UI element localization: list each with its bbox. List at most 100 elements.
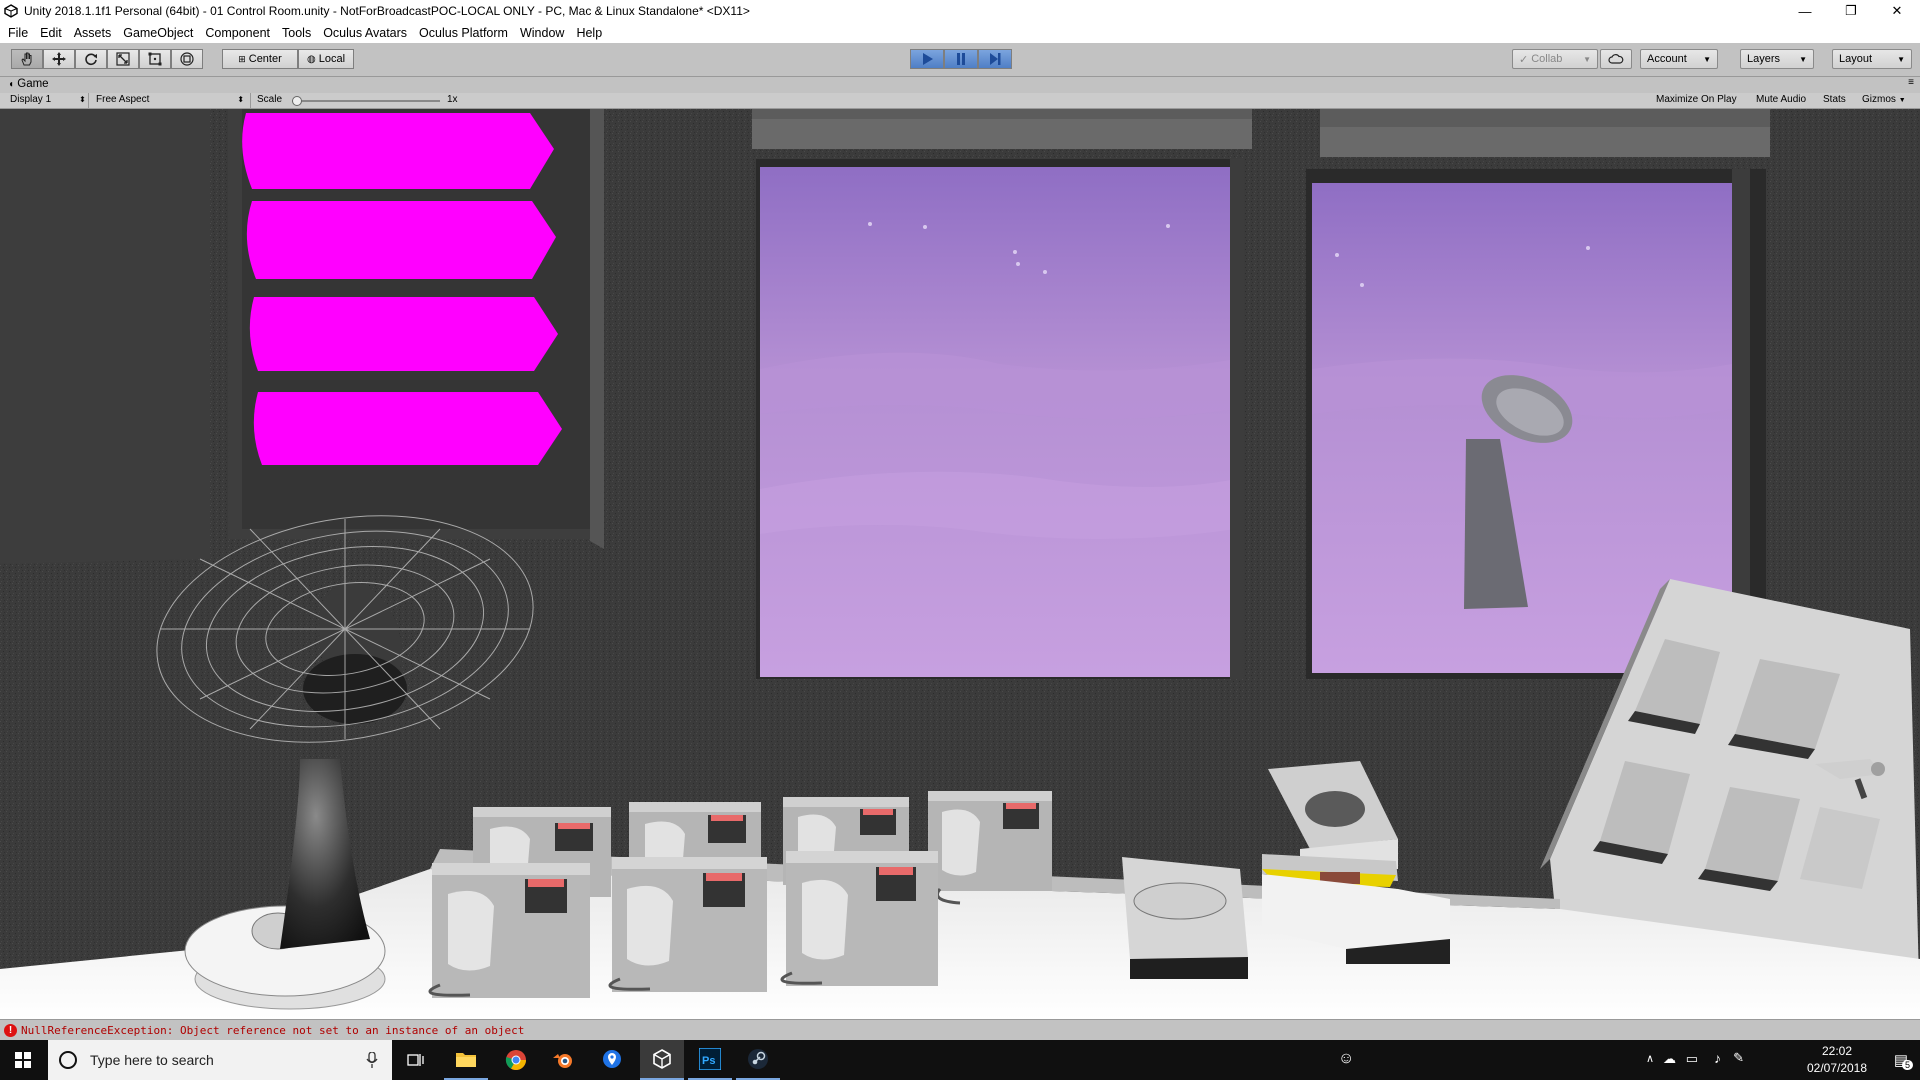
account-dropdown[interactable]: Account ▼ — [1640, 49, 1718, 69]
layout-label: Layout — [1839, 53, 1873, 65]
unity-logo-icon — [4, 4, 18, 18]
chevron-up-icon[interactable]: ∧ — [1646, 1052, 1654, 1065]
game-view-toolbar: Display 1 ⬍ Free Aspect ⬍ Scale 1x Maximiz… — [0, 93, 1920, 109]
photoshop-icon: Ps — [699, 1048, 721, 1070]
taskbar-unity[interactable] — [640, 1040, 684, 1080]
notification-count-badge: 5 — [1901, 1060, 1913, 1070]
cloud-icon — [1608, 54, 1624, 64]
menu-file[interactable]: File — [8, 26, 28, 40]
transform-tool-button[interactable] — [171, 49, 203, 69]
tab-game[interactable]: ◖ Game — [8, 78, 49, 90]
layout-dropdown[interactable]: Layout ▼ — [1832, 49, 1912, 69]
game-viewport[interactable] — [0, 109, 1920, 1019]
menu-help[interactable]: Help — [576, 26, 602, 40]
close-button[interactable]: ✕ — [1874, 0, 1920, 22]
layers-dropdown[interactable]: Layers ▼ — [1740, 49, 1814, 69]
chevron-updown-icon: ⬍ — [237, 95, 245, 104]
game-tab-header: ◖ Game ≡ — [0, 77, 1920, 93]
mute-audio-toggle[interactable]: Mute Audio — [1756, 94, 1806, 105]
display-dropdown[interactable]: Display 1 ⬍ — [10, 94, 86, 105]
window-title: Unity 2018.1.1f1 Personal (64bit) - 01 C… — [24, 4, 750, 18]
menu-gameobject[interactable]: GameObject — [123, 26, 193, 40]
maximize-on-play-toggle[interactable]: Maximize On Play — [1656, 94, 1737, 105]
space-local-button[interactable]: ◍ Local — [298, 49, 354, 69]
pause-button[interactable] — [944, 49, 978, 69]
pivot-icon: ⊞ — [238, 53, 246, 64]
console-status-bar[interactable]: ! NullReferenceException: Object referen… — [0, 1019, 1920, 1041]
blender-icon — [553, 1054, 572, 1068]
clock[interactable]: 22:02 02/07/2018 — [1802, 1044, 1872, 1075]
hand-tool-button[interactable] — [11, 49, 43, 69]
space-label: Local — [318, 53, 346, 65]
collab-dropdown[interactable]: ✓ Collab ▼ — [1512, 49, 1598, 69]
pivot-center-button[interactable]: ⊞ Center — [222, 49, 298, 69]
taskbar-file-explorer[interactable] — [444, 1040, 488, 1080]
pen-ink-icon[interactable]: ✎ — [1733, 1050, 1744, 1066]
task-view-button[interactable] — [396, 1040, 436, 1080]
task-view-icon — [407, 1054, 424, 1066]
scale-slider-thumb[interactable] — [292, 96, 302, 106]
menu-assets[interactable]: Assets — [74, 26, 112, 40]
taskbar-maps[interactable] — [590, 1040, 634, 1080]
error-icon: ! — [4, 1024, 17, 1037]
chevron-updown-icon: ⬍ — [79, 95, 86, 104]
chevron-down-icon: ▼ — [1898, 97, 1906, 104]
play-button[interactable] — [910, 49, 944, 69]
divider — [88, 93, 89, 108]
menu-window[interactable]: Window — [520, 26, 564, 40]
search-placeholder: Type here to search — [90, 1052, 214, 1068]
menu-tools[interactable]: Tools — [282, 26, 311, 40]
main-toolbar: ⊞ Center ◍ Local ✓ Collab ▼ Account ▼ Layers ▼… — [0, 43, 1920, 77]
taskbar-steam[interactable] — [736, 1040, 780, 1080]
menu-component[interactable]: Component — [205, 26, 270, 40]
onedrive-cloud-icon[interactable]: ☁ — [1663, 1051, 1676, 1067]
clock-time: 22:02 — [1821, 1044, 1853, 1058]
step-icon — [990, 53, 1001, 65]
start-button[interactable] — [0, 1040, 46, 1080]
stats-toggle[interactable]: Stats — [1823, 94, 1846, 105]
steam-icon — [748, 1049, 768, 1069]
scale-slider[interactable] — [292, 96, 440, 106]
taskbar-search[interactable]: Type here to search — [48, 1040, 392, 1080]
gizmos-dropdown[interactable]: Gizmos ▼ — [1862, 94, 1906, 105]
tab-menu-icon[interactable]: ≡ — [1908, 77, 1914, 88]
clock-date: 02/07/2018 — [1806, 1061, 1868, 1075]
playback-controls — [910, 49, 1012, 69]
account-label: Account — [1647, 53, 1687, 65]
cloud-button[interactable] — [1600, 49, 1632, 69]
menu-oculus-avatars[interactable]: Oculus Avatars — [323, 26, 407, 40]
menu-edit[interactable]: Edit — [40, 26, 62, 40]
scene-render — [0, 109, 1920, 1019]
taskbar-photoshop[interactable]: Ps — [688, 1040, 732, 1080]
aspect-label: Free Aspect — [96, 94, 150, 105]
taskbar-blender[interactable] — [542, 1040, 586, 1080]
map-pin-icon — [603, 1050, 621, 1068]
menu-bar: File Edit Assets GameObject Component To… — [0, 22, 1920, 44]
maximize-button[interactable]: ❐ — [1828, 0, 1874, 22]
taskbar-chrome[interactable] — [494, 1040, 538, 1080]
scale-tool-button[interactable] — [107, 49, 139, 69]
rect-tool-button[interactable] — [139, 49, 171, 69]
display-label: Display 1 — [10, 94, 52, 105]
svg-text:Ps: Ps — [702, 1055, 715, 1067]
rect-tool-icon — [148, 52, 162, 66]
network-icon[interactable]: ▭ — [1686, 1051, 1698, 1067]
left-wall — [0, 109, 210, 564]
people-icon[interactable]: ☺ — [1338, 1050, 1358, 1068]
pivot-label: Center — [248, 53, 282, 65]
step-button[interactable] — [978, 49, 1012, 69]
rotate-tool-button[interactable] — [75, 49, 107, 69]
windows-taskbar: Type here to search Ps ☺ ∧ ☁ ▭ ♪ ✎ 22:02… — [0, 1040, 1920, 1080]
tab-game-label: Game — [17, 78, 49, 90]
move-icon — [52, 52, 66, 66]
aspect-dropdown[interactable]: Free Aspect ⬍ — [96, 94, 244, 105]
menu-oculus-platform[interactable]: Oculus Platform — [419, 26, 508, 40]
chevron-down-icon: ▼ — [1799, 54, 1807, 64]
windows-logo-icon — [15, 1052, 31, 1068]
hand-icon — [21, 52, 32, 66]
volume-icon[interactable]: ♪ — [1714, 1050, 1721, 1066]
microphone-icon[interactable] — [366, 1052, 378, 1068]
unity-icon — [653, 1049, 671, 1069]
move-tool-button[interactable] — [43, 49, 75, 69]
minimize-button[interactable]: — — [1782, 0, 1828, 22]
